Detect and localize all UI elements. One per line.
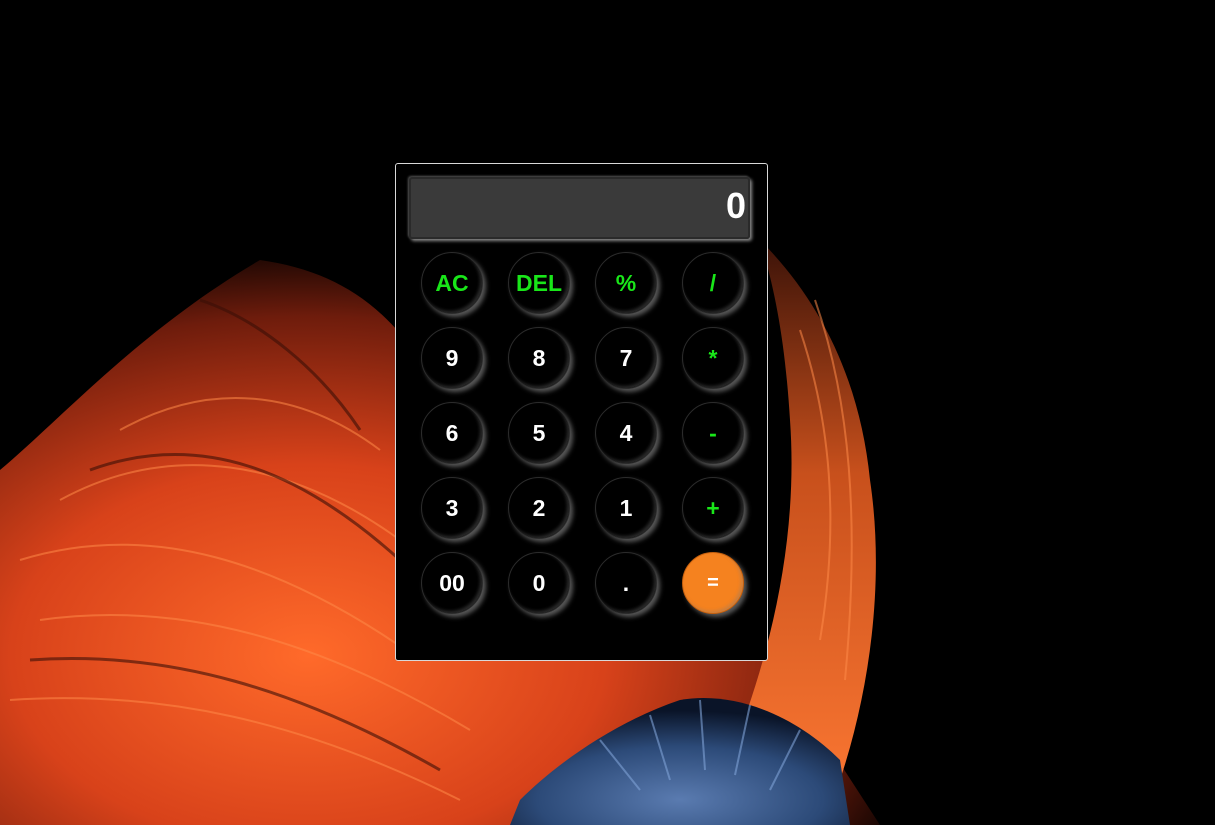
digit-5-key[interactable]: 5 bbox=[508, 402, 570, 464]
multiply-key[interactable]: * bbox=[682, 327, 744, 389]
decimal-point-key[interactable]: . bbox=[595, 552, 657, 614]
digit-4-key[interactable]: 4 bbox=[595, 402, 657, 464]
digit-9-key[interactable]: 9 bbox=[421, 327, 483, 389]
calculator-keypad: AC DEL%/9 8 7 * 6 5 4-3 2 1 +00 0. = bbox=[396, 164, 767, 660]
digit-3-key[interactable]: 3 bbox=[421, 477, 483, 539]
digit-7-key[interactable]: 7 bbox=[595, 327, 657, 389]
digit-0-key[interactable]: 0 bbox=[508, 552, 570, 614]
digit-8-key[interactable]: 8 bbox=[508, 327, 570, 389]
double-zero-key[interactable]: 00 bbox=[421, 552, 483, 614]
percent-key[interactable]: % bbox=[595, 252, 657, 314]
add-key[interactable]: + bbox=[682, 477, 744, 539]
delete-key[interactable]: DEL bbox=[508, 252, 570, 314]
digit-6-key[interactable]: 6 bbox=[421, 402, 483, 464]
clear-all-key[interactable]: AC bbox=[421, 252, 483, 314]
calculator-panel: 0 AC DEL%/9 8 7 * 6 5 4-3 2 1 +00 0. = bbox=[395, 163, 768, 661]
divide-key[interactable]: / bbox=[682, 252, 744, 314]
subtract-key[interactable]: - bbox=[682, 402, 744, 464]
digit-2-key[interactable]: 2 bbox=[508, 477, 570, 539]
equals-key[interactable]: = bbox=[682, 552, 744, 614]
digit-1-key[interactable]: 1 bbox=[595, 477, 657, 539]
